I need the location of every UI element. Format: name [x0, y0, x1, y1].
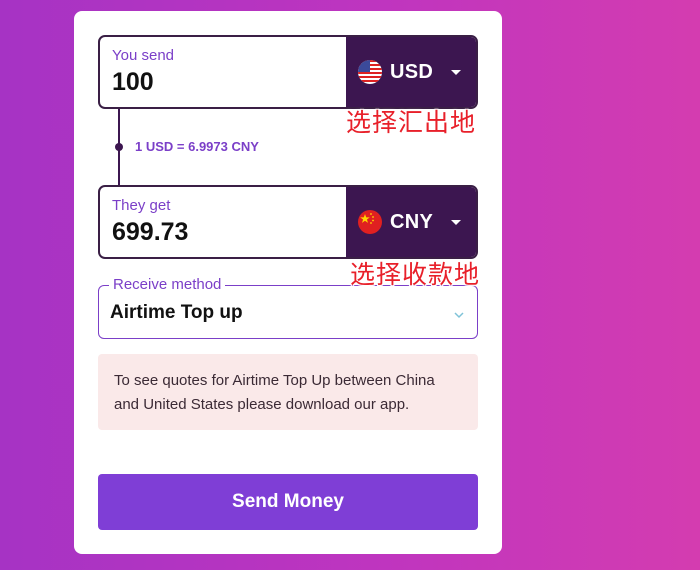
receive-currency-selector[interactable]: CNY: [346, 187, 476, 257]
chevron-down-icon: [453, 306, 465, 324]
send-amount-label: You send: [112, 47, 175, 64]
info-notice: To see quotes for Airtime Top Up between…: [98, 354, 478, 430]
receive-amount-row: They get 699.73 CNY: [98, 185, 478, 259]
chevron-down-icon: [451, 69, 462, 75]
receive-method-select[interactable]: Receive method Airtime Top up: [98, 276, 478, 339]
send-currency-selector[interactable]: USD: [346, 37, 476, 107]
receive-amount-input[interactable]: 699.73: [112, 217, 334, 247]
exchange-rate-text: 1 USD = 6.9973 CNY: [135, 139, 259, 154]
us-flag-icon: [358, 60, 382, 84]
receive-currency-code: CNY: [390, 210, 434, 233]
cn-flag-icon: [358, 210, 382, 234]
receive-method-label: Receive method: [109, 276, 226, 294]
send-currency-annotation: 选择汇出地: [346, 108, 477, 137]
connector-dot: [115, 143, 123, 151]
send-amount-row: You send 100 USD: [98, 35, 478, 109]
receive-amount-label: They get: [112, 197, 171, 214]
send-amount-input[interactable]: 100: [112, 67, 334, 97]
receive-amount-field[interactable]: They get 699.73: [100, 187, 346, 257]
receive-method-value: Airtime Top up: [110, 302, 243, 323]
receive-currency-annotation: 选择收款地: [350, 260, 481, 289]
send-money-button[interactable]: Send Money: [98, 474, 478, 530]
chevron-down-icon: [451, 219, 462, 225]
send-currency-code: USD: [390, 60, 434, 83]
send-amount-field[interactable]: You send 100: [100, 37, 346, 107]
